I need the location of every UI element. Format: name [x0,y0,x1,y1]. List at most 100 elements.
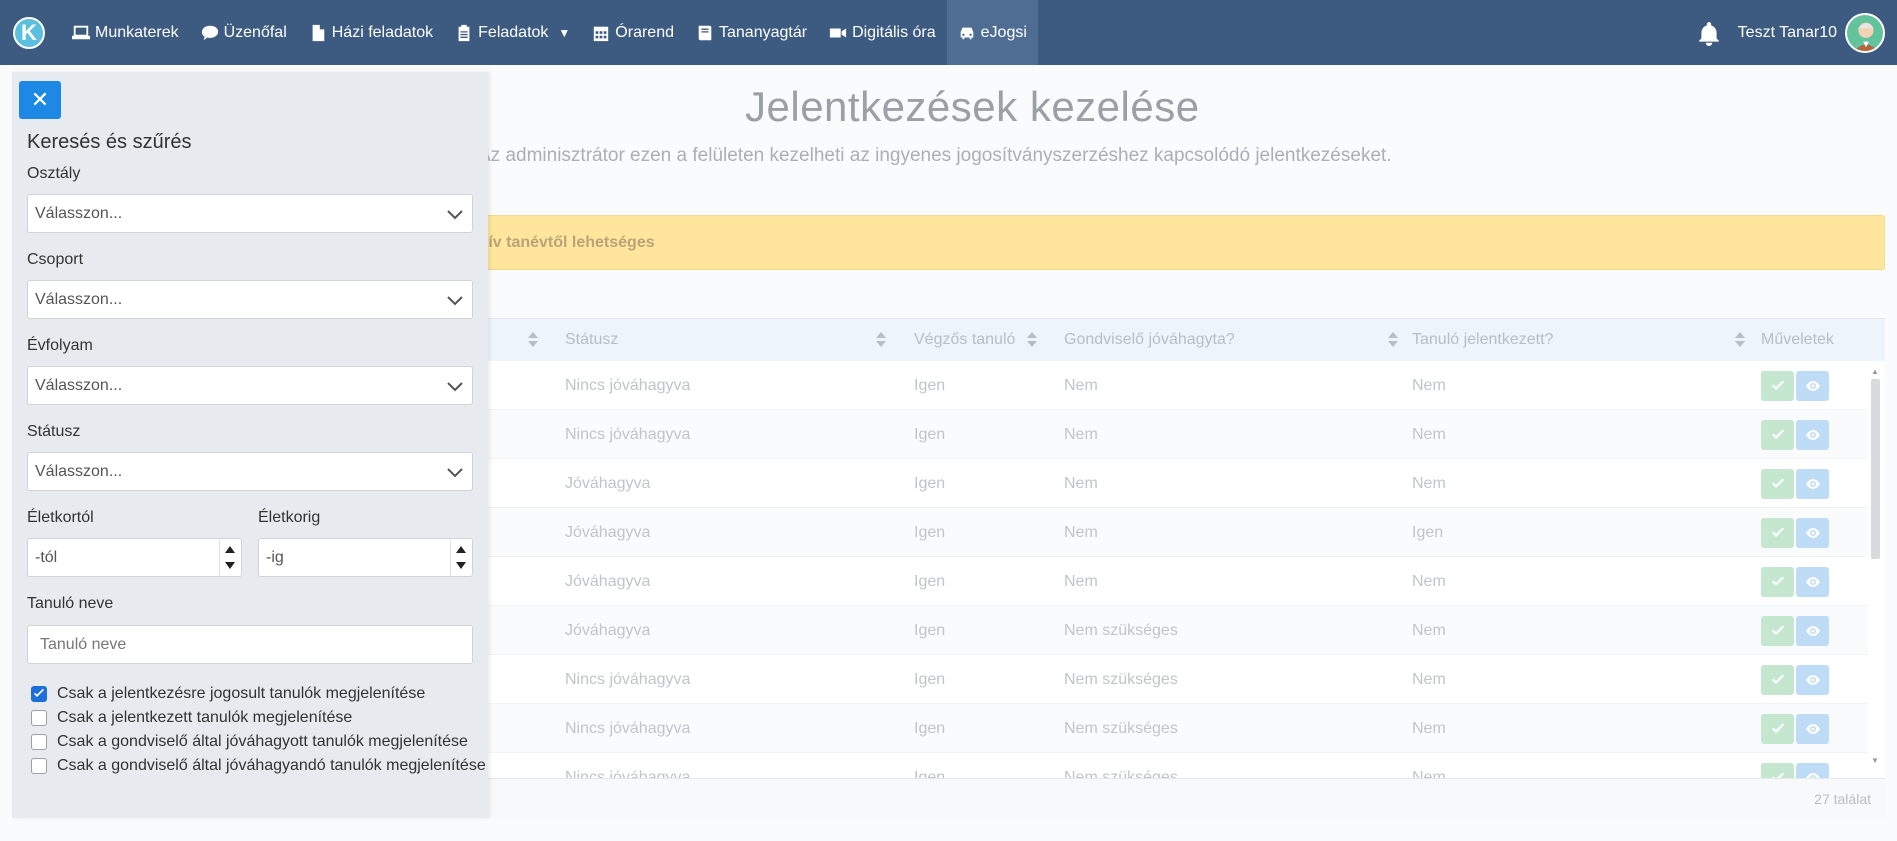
status-cell: Jóváhagyva [565,523,651,541]
age-from-input[interactable]: -tól [27,538,242,577]
column-header-final-year[interactable]: Végzős tanuló [914,319,1044,361]
view-button[interactable] [1796,616,1829,646]
nav-item-tananyagtar[interactable]: Tananyagtár [685,0,818,65]
select-value: Válasszon... [35,462,123,480]
approve-button[interactable] [1761,616,1794,646]
grade-label: Évfolyam [27,337,93,354]
nav-item-feladatok[interactable]: Feladatok ▼ [444,0,581,65]
checkbox-label: Csak a jelentkezett tanulók megjelenítés… [57,709,353,726]
chevron-down-icon [446,205,464,223]
grade-select[interactable]: Válasszon... [27,366,473,405]
avatar[interactable] [1845,12,1885,53]
student-cell: Nem [1412,474,1446,492]
result-count: 27 találat [1814,791,1871,807]
column-header-status[interactable]: Státusz [565,319,895,361]
nav-item-orarend[interactable]: Órarend [581,0,685,65]
status-label: Státusz [27,423,81,440]
eye-icon [1805,430,1820,440]
stepper-up-icon[interactable] [456,546,466,553]
header-label: Műveletek [1761,331,1834,348]
view-button[interactable] [1796,518,1829,548]
approve-button[interactable] [1761,420,1794,450]
class-select[interactable]: Válasszon... [27,194,473,233]
student-cell: Nem [1412,621,1446,639]
filter-checkbox-row[interactable]: Csak a gondviselő által jóváhagyandó tan… [31,757,486,775]
user-name[interactable]: Teszt Tanar10 [1738,24,1837,42]
table-row: Nincs jóváhagyva Igen Nem Nem [478,361,1868,410]
view-button[interactable] [1796,420,1829,450]
approve-button[interactable] [1761,567,1794,597]
checkbox[interactable] [31,686,47,702]
final-year-cell: Igen [914,425,946,443]
eye-icon [1805,626,1820,636]
final-year-cell: Igen [914,474,946,492]
filter-checkbox-row[interactable]: Csak a gondviselő által jóváhagyott tanu… [31,733,468,751]
close-panel-button[interactable]: ✕ [19,81,61,119]
number-stepper[interactable] [450,539,472,576]
check-icon [1771,380,1784,390]
approve-button[interactable] [1761,518,1794,548]
student-name-input[interactable] [27,625,473,664]
panel-title: Keresés és szűrés [27,131,192,153]
table-scrollbar[interactable]: ▲ ▼ [1869,367,1881,765]
app-logo[interactable]: K [13,16,45,49]
approve-button[interactable] [1761,665,1794,695]
bell-icon[interactable] [1696,20,1722,46]
approve-button[interactable] [1761,714,1794,744]
eye-icon [1805,381,1820,391]
table-row: Jóváhagyva Igen Nem Nem [478,459,1868,508]
approve-button[interactable] [1761,469,1794,499]
close-icon: ✕ [30,87,50,112]
filter-checkbox-row[interactable]: Csak a jelentkezett tanulók megjelenítés… [31,709,352,727]
view-button[interactable] [1796,714,1829,744]
stepper-down-icon[interactable] [456,562,466,569]
view-button[interactable] [1796,371,1829,401]
header-label: Tanuló jelentkezett? [1412,331,1554,348]
nav-label: Házi feladatok [331,23,434,41]
nav-item-ejogsi[interactable]: eJogsi [946,0,1038,65]
view-button[interactable] [1796,567,1829,597]
header-label: Státusz [565,331,619,348]
eye-icon [1805,479,1820,489]
scroll-down-arrow-icon[interactable]: ▼ [1871,756,1879,765]
filter-checkbox-row[interactable]: Csak a jelentkezésre jogosult tanulók me… [31,685,425,703]
column-header-actions: Műveletek [1761,319,1861,361]
chevron-down-icon [446,291,464,309]
column-header-student[interactable]: Tanuló jelentkezett? [1412,319,1752,361]
check-icon [1771,527,1784,537]
status-select[interactable]: Válasszon... [27,452,473,491]
final-year-cell: Igen [914,572,946,590]
header-label: Gondviselő jóváhagyta? [1064,331,1235,348]
checkbox[interactable] [31,734,47,750]
sort-icon [1027,331,1037,349]
age-to-input[interactable]: -ig [258,538,473,577]
page-description: Az adminisztrátor ezen a felületen kezel… [478,145,1392,166]
check-icon [34,688,44,697]
approve-button[interactable] [1761,371,1794,401]
nav-item-munkaterek[interactable]: Munkaterek [61,0,190,65]
scroll-thumb[interactable] [1871,379,1880,559]
nav-label: Tananyagtár [719,23,808,41]
checkbox[interactable] [31,758,47,774]
nav-item-uzenofal[interactable]: Üzenőfal [190,0,298,65]
view-button[interactable] [1796,665,1829,695]
stepper-down-icon[interactable] [225,562,235,569]
student-cell: Nem [1412,719,1446,737]
header-label: Végzős tanuló [914,331,1016,348]
number-stepper[interactable] [219,539,241,576]
age-from-label: Életkortól [27,509,94,526]
sort-icon [1735,331,1745,349]
view-button[interactable] [1796,469,1829,499]
scroll-up-arrow-icon[interactable]: ▲ [1871,367,1879,376]
student-cell: Nem [1412,425,1446,443]
nav-item-digitalis-ora[interactable]: Digitális óra [818,0,947,65]
group-label: Csoport [27,251,84,268]
checkbox[interactable] [31,710,47,726]
nav-item-hazi-feladatok[interactable]: Házi feladatok [298,0,444,65]
student-cell: Nem [1412,670,1446,688]
column-header-guardian[interactable]: Gondviselő jóváhagyta? [1064,319,1404,361]
group-select[interactable]: Válasszon... [27,280,473,319]
filter-panel: ✕ Keresés és szűrés Osztály Válasszon...… [12,72,488,818]
status-cell: Nincs jóváhagyva [565,425,691,443]
stepper-up-icon[interactable] [225,546,235,553]
